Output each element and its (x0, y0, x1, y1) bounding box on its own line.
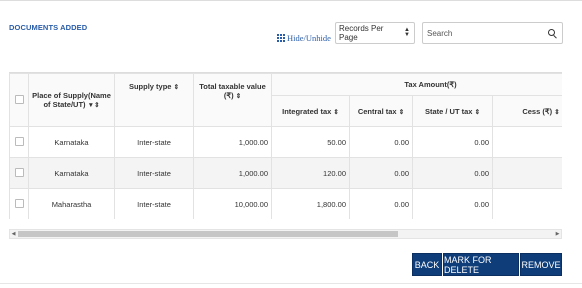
bottom-divider (0, 283, 582, 284)
cell-supply-type: Inter-state (114, 126, 194, 158)
search-box[interactable] (422, 22, 563, 44)
scroll-right-icon[interactable]: ▶ (554, 230, 561, 238)
cell-cess: 10 (491, 157, 562, 189)
row-checkbox[interactable] (14, 167, 24, 177)
mark-for-delete-button[interactable]: MARK FOR DELETE (443, 253, 519, 276)
cell-central-tax: 0.00 (349, 157, 413, 189)
filter-sort-icon[interactable]: ▼⇕ (88, 102, 100, 109)
sort-icon[interactable]: ⇕ (174, 84, 179, 91)
top-divider (0, 0, 582, 1)
sort-icon[interactable]: ⇕ (236, 93, 241, 100)
documents-table-container: Place of Supply(Name of State/UT) ▼⇕ Sup… (9, 72, 562, 219)
cell-state-ut-tax: 0.00 (412, 157, 493, 189)
cell-place: Karnataka (28, 157, 115, 189)
cell-integrated-tax: 1,800.00 (271, 188, 350, 219)
row-checkbox[interactable] (14, 198, 24, 208)
sort-icon[interactable]: ⇕ (475, 109, 480, 116)
col-header-state-ut-tax[interactable]: State / UT tax ⇕ (412, 95, 493, 127)
cell-place: Karnataka (28, 126, 115, 158)
cell-integrated-tax: 120.00 (271, 157, 350, 189)
col-header-place[interactable]: Place of Supply(Name of State/UT) ▼⇕ (28, 73, 115, 127)
hide-unhide-label: Hide/Unhide (287, 33, 331, 43)
select-all-checkbox[interactable] (14, 94, 24, 104)
grid-icon (277, 34, 285, 42)
row-checkbox[interactable] (14, 136, 24, 146)
cell-taxable-value: 1,000.00 (193, 157, 272, 189)
cell-cess: 0 (491, 188, 562, 219)
cell-place: Maharastha (28, 188, 115, 219)
records-per-page-select[interactable]: Records Per Page ▲ ▼ (335, 22, 415, 44)
cell-state-ut-tax: 0.00 (412, 126, 493, 158)
col-header-integrated-tax[interactable]: Integrated tax ⇕ (271, 95, 350, 127)
records-per-page-label: Records Per Page (339, 24, 384, 42)
sort-icon[interactable]: ⇕ (399, 109, 404, 116)
cell-taxable-value: 10,000.00 (193, 188, 272, 219)
sort-icon[interactable]: ⇕ (333, 109, 338, 116)
scrollbar-thumb[interactable] (18, 231, 398, 237)
select-all-cell (9, 73, 29, 127)
cell-cess: 10 (491, 126, 562, 158)
back-button[interactable]: BACK (412, 253, 442, 276)
cell-integrated-tax: 50.00 (271, 126, 350, 158)
search-icon[interactable] (548, 28, 557, 38)
cell-central-tax: 0.00 (349, 188, 413, 219)
table-row: Karnataka Inter-state 1,000.00 50.00 0.0… (9, 126, 562, 158)
cell-supply-type: Inter-state (114, 188, 194, 219)
horizontal-scrollbar[interactable]: ◀ ▶ (9, 229, 562, 239)
col-header-supply-type[interactable]: Supply type ⇕ (114, 73, 194, 127)
select-arrows-icon: ▲ ▼ (404, 27, 410, 38)
search-input[interactable] (427, 28, 537, 38)
cell-taxable-value: 1,000.00 (193, 126, 272, 158)
documents-table: Place of Supply(Name of State/UT) ▼⇕ Sup… (9, 73, 562, 219)
hide-unhide-link[interactable]: Hide/Unhide (277, 33, 331, 43)
table-row: Karnataka Inter-state 1,000.00 120.00 0.… (9, 157, 562, 189)
sort-icon[interactable]: ⇕ (554, 109, 559, 116)
cell-central-tax: 0.00 (349, 126, 413, 158)
scroll-left-icon[interactable]: ◀ (10, 230, 17, 238)
col-header-taxable-value[interactable]: Total taxable value (₹) ⇕ (193, 73, 272, 127)
cell-supply-type: Inter-state (114, 157, 194, 189)
col-header-cess[interactable]: Cess (₹) ⇕ (491, 95, 562, 127)
col-header-central-tax[interactable]: Central tax ⇕ (349, 95, 413, 127)
col-header-tax-amount: Tax Amount(₹) (270, 73, 562, 96)
section-title: DOCUMENTS ADDED (9, 23, 88, 32)
table-row: Maharastha Inter-state 10,000.00 1,800.0… (9, 188, 562, 219)
remove-button[interactable]: REMOVE (520, 253, 562, 276)
cell-state-ut-tax: 0.00 (412, 188, 493, 219)
